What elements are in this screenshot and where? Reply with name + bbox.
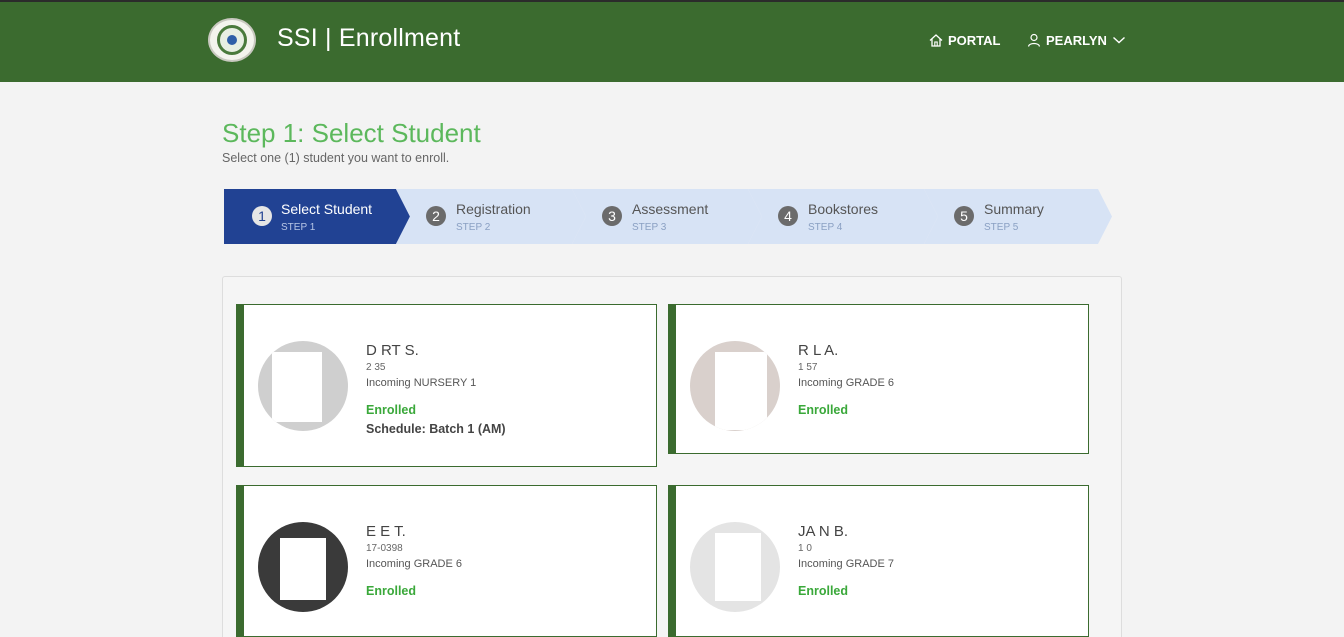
app-title[interactable]: SSI | Enrollment [277, 24, 460, 53]
page-subtitle: Select one (1) student you want to enrol… [222, 151, 450, 165]
step-sub-label: STEP 4 [808, 222, 843, 233]
step-number: 2 [426, 206, 446, 226]
student-name: R L A. [798, 342, 839, 359]
student-photo [690, 341, 780, 431]
student-grade: Incoming NURSERY 1 [366, 377, 477, 389]
student-card[interactable]: E E T. 17-0398 Incoming GRADE 6 Enrolled [236, 485, 657, 637]
student-name: JA N B. [798, 523, 849, 540]
step-summary[interactable]: 5 Summary STEP 5 [924, 189, 1112, 244]
step-sub-label: STEP 3 [632, 222, 667, 233]
chevron-down-icon [1112, 35, 1126, 45]
student-schedule: Schedule: Batch 1 (AM) [366, 422, 506, 436]
portal-link[interactable]: PORTAL [929, 30, 1000, 50]
student-id: 2 35 [366, 362, 386, 373]
enrollment-stepper: 1 Select Student STEP 1 2 Registration S… [222, 189, 1112, 244]
enrollment-status: Enrolled [366, 403, 417, 417]
school-logo[interactable] [208, 18, 256, 62]
step-number: 4 [778, 206, 798, 226]
student-id: 1 57 [798, 362, 818, 373]
student-id: 17-0398 [366, 543, 403, 554]
step-bookstores[interactable]: 4 Bookstores STEP 4 [748, 189, 938, 244]
step-assessment[interactable]: 3 Assessment STEP 3 [572, 189, 762, 244]
student-name: E E T. [366, 523, 406, 540]
step-number: 3 [602, 206, 622, 226]
student-grade: Incoming GRADE 7 [798, 558, 894, 570]
portal-label: PORTAL [948, 32, 1001, 48]
user-menu[interactable]: PEARLYN [1027, 30, 1126, 50]
user-icon [1027, 33, 1041, 47]
step-select-student[interactable]: 1 Select Student STEP 1 [224, 189, 410, 244]
student-list-panel: D RT S. 2 35 Incoming NURSERY 1 Enrolled… [222, 276, 1122, 637]
step-label: Summary [984, 201, 1044, 217]
page-title: Step 1: Select Student [222, 118, 481, 148]
student-grade: Incoming GRADE 6 [798, 377, 894, 389]
student-photo [258, 341, 348, 431]
enrollment-status: Enrolled [366, 584, 417, 598]
step-registration[interactable]: 2 Registration STEP 2 [396, 189, 586, 244]
enrollment-status: Enrolled [798, 584, 849, 598]
step-sub-label: STEP 2 [456, 222, 491, 233]
top-navbar: SSI | Enrollment PORTAL PEARLYN [0, 0, 1344, 82]
user-name: PEARLYN [1046, 32, 1107, 48]
step-label: Bookstores [808, 201, 879, 217]
student-name: D RT S. [366, 342, 419, 359]
step-number: 1 [252, 206, 272, 226]
home-icon [929, 33, 943, 47]
student-card[interactable]: JA N B. 1 0 Incoming GRADE 7 Enrolled [668, 485, 1089, 637]
student-id: 1 0 [798, 543, 812, 554]
enrollment-status: Enrolled [798, 403, 849, 417]
student-card[interactable]: R L A. 1 57 Incoming GRADE 6 Enrolled [668, 304, 1089, 454]
student-photo [690, 522, 780, 612]
step-label: Assessment [632, 201, 709, 217]
step-sub-label: STEP 5 [984, 222, 1019, 233]
step-number: 5 [954, 206, 974, 226]
student-card[interactable]: D RT S. 2 35 Incoming NURSERY 1 Enrolled… [236, 304, 657, 467]
step-label: Registration [456, 201, 531, 217]
student-grade: Incoming GRADE 6 [366, 558, 462, 570]
step-label: Select Student [281, 201, 373, 217]
student-photo [258, 522, 348, 612]
step-sub-label: STEP 1 [281, 222, 316, 233]
